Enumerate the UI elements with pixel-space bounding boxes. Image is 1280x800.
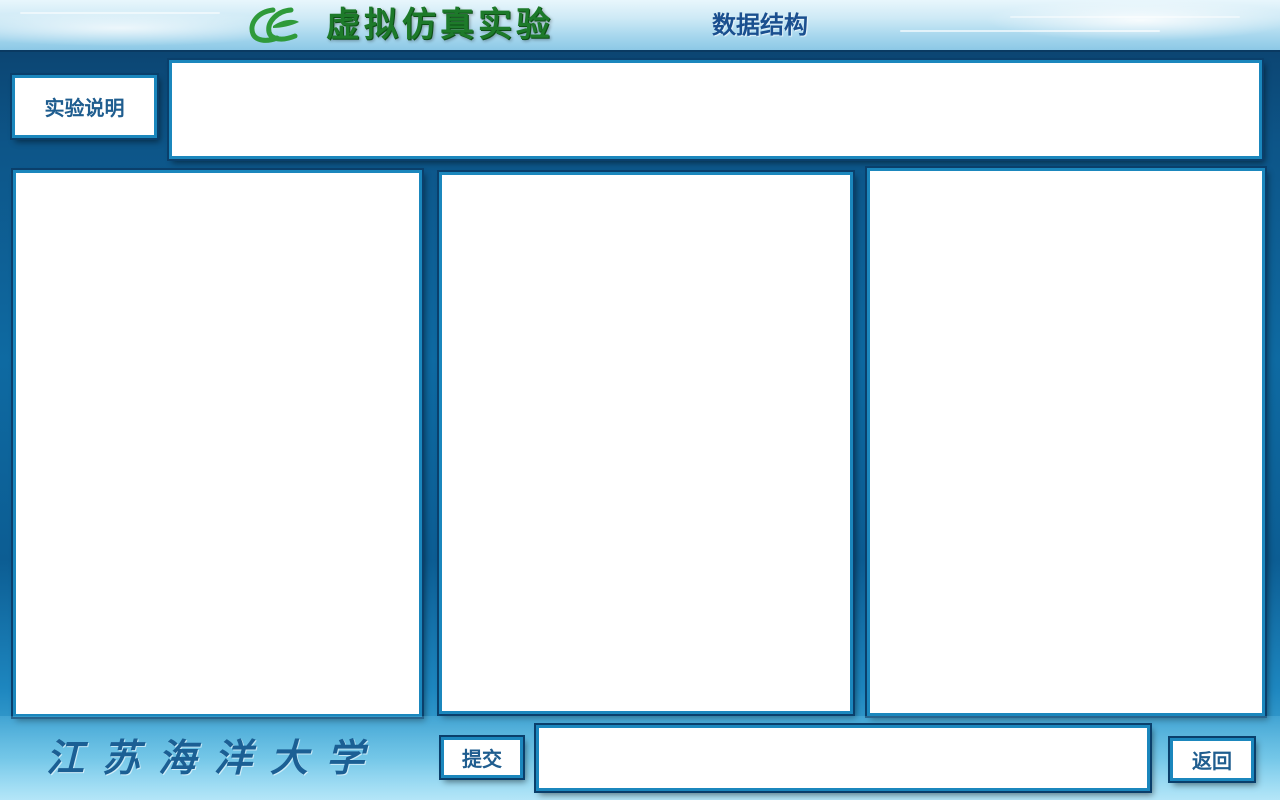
left-panel[interactable]	[13, 170, 422, 717]
school-name: 江苏海洋大学	[46, 735, 383, 780]
instructions-panel	[169, 60, 1262, 159]
submit-button-label: 提交	[462, 747, 502, 771]
header-streak	[20, 12, 220, 14]
header-banner: 虚拟仿真实验 数据结构	[0, 0, 1280, 52]
header-streak	[1010, 16, 1240, 18]
course-title: 数据结构	[712, 11, 808, 39]
header-streak	[900, 30, 1160, 32]
instructions-button-label: 实验说明	[44, 96, 125, 120]
e-logo-icon	[249, 7, 299, 43]
right-panel[interactable]	[867, 168, 1265, 716]
app-title: 虚拟仿真实验	[326, 5, 554, 45]
middle-panel[interactable]	[439, 172, 853, 714]
instructions-button[interactable]: 实验说明	[12, 75, 157, 138]
instructions-text	[172, 63, 1259, 79]
submit-button[interactable]: 提交	[441, 737, 523, 778]
back-button-label: 返回	[1192, 749, 1232, 773]
answer-field[interactable]	[536, 725, 1150, 791]
back-button[interactable]: 返回	[1170, 738, 1254, 781]
